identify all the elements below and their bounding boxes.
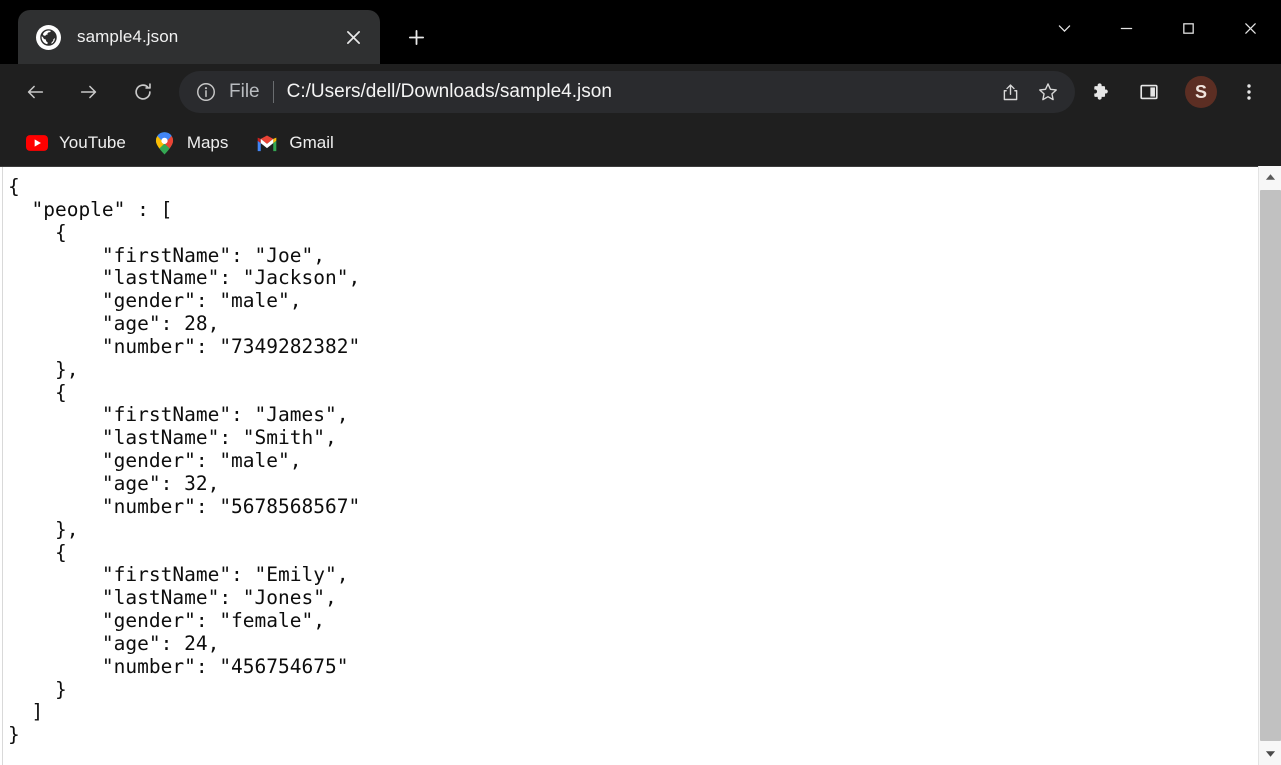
gmail-icon: [256, 132, 278, 154]
bookmarks-bar: YouTube Maps Gmail: [0, 120, 1281, 166]
json-file-text: { "people" : [ { "firstName": "Joe", "la…: [8, 176, 360, 747]
browser-toolbar: File C:/Users/dell/Downloads/sample4.jso…: [0, 64, 1281, 120]
maximize-button[interactable]: [1157, 0, 1219, 56]
side-panel-button[interactable]: [1127, 70, 1171, 114]
reload-icon: [132, 81, 154, 103]
bookmark-label: Maps: [187, 133, 229, 153]
scroll-down-button[interactable]: [1259, 743, 1281, 765]
bookmark-label: Gmail: [289, 133, 333, 153]
window-controls: [1033, 0, 1281, 56]
bookmark-star-icon[interactable]: [1029, 73, 1067, 111]
back-button[interactable]: [13, 70, 57, 114]
arrow-right-icon: [78, 81, 100, 103]
tab-search-button[interactable]: [1033, 0, 1095, 56]
new-tab-button[interactable]: [396, 17, 436, 57]
tab-title: sample4.json: [77, 27, 338, 47]
url-scheme-label: File: [229, 81, 260, 103]
close-window-button[interactable]: [1219, 0, 1281, 56]
youtube-icon: [26, 132, 48, 154]
puzzle-icon: [1090, 81, 1113, 104]
bookmark-gmail[interactable]: Gmail: [246, 127, 343, 159]
omnibox-divider: [273, 81, 274, 103]
side-panel-icon: [1138, 81, 1160, 103]
profile-initial: S: [1195, 82, 1207, 103]
page-info-icon[interactable]: [195, 81, 217, 103]
close-tab-icon[interactable]: [338, 22, 368, 52]
maps-pin-icon: [154, 132, 176, 154]
close-icon: [1242, 20, 1259, 37]
bookmark-maps[interactable]: Maps: [144, 127, 239, 159]
caret-up-icon: [1265, 173, 1276, 181]
window-titlebar: sample4.json: [0, 0, 1281, 64]
browser-tab-sample4[interactable]: sample4.json: [18, 10, 380, 64]
scroll-up-button[interactable]: [1259, 166, 1281, 188]
bookmark-label: YouTube: [59, 133, 126, 153]
chrome-menu-button[interactable]: [1227, 82, 1271, 102]
maximize-icon: [1180, 20, 1197, 37]
chevron-down-icon: [1056, 20, 1073, 37]
three-dots-icon: [1239, 82, 1259, 102]
profile-avatar[interactable]: S: [1185, 76, 1217, 108]
minimize-icon: [1118, 20, 1135, 37]
bookmark-youtube[interactable]: YouTube: [16, 127, 136, 159]
share-icon[interactable]: [991, 73, 1029, 111]
forward-button[interactable]: [67, 70, 111, 114]
minimize-button[interactable]: [1095, 0, 1157, 56]
vertical-scrollbar[interactable]: [1258, 166, 1281, 765]
reload-button[interactable]: [121, 70, 165, 114]
arrow-left-icon: [24, 81, 46, 103]
address-bar[interactable]: File C:/Users/dell/Downloads/sample4.jso…: [179, 71, 1075, 113]
plus-icon: [407, 28, 426, 47]
caret-down-icon: [1265, 750, 1276, 758]
scrollbar-thumb[interactable]: [1260, 190, 1281, 741]
globe-icon: [36, 25, 61, 50]
extensions-button[interactable]: [1079, 70, 1123, 114]
url-text[interactable]: C:/Users/dell/Downloads/sample4.json: [287, 81, 991, 103]
tab-strip: sample4.json: [0, 0, 436, 64]
page-content-area: { "people" : [ { "firstName": "Joe", "la…: [0, 166, 1281, 765]
